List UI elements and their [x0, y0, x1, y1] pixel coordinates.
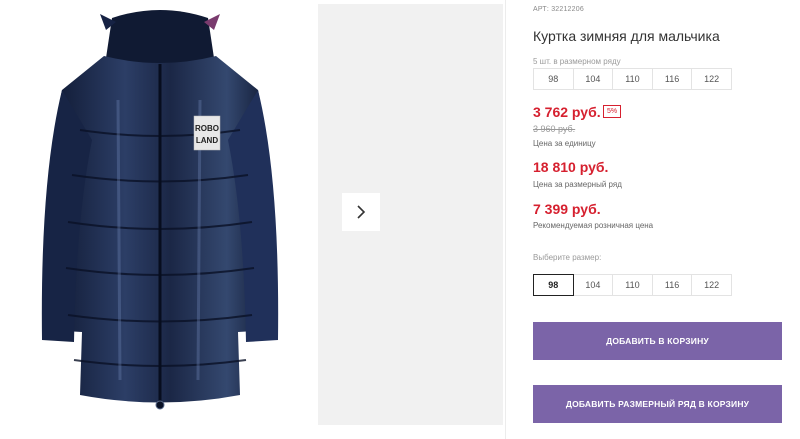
range-sizes: 98 104 110 116 122 — [533, 68, 732, 90]
product-photo[interactable]: ROBO LAND — [0, 0, 318, 425]
add-range-to-cart-button[interactable]: ДОБАВИТЬ РАЗМЕРНЫЙ РЯД В КОРЗИНУ — [533, 385, 782, 423]
range-size-98: 98 — [533, 68, 574, 90]
size-option-98[interactable]: 98 — [533, 274, 574, 296]
unit-price-caption: Цена за единицу — [533, 139, 596, 148]
range-price: 18 810 руб. — [533, 159, 609, 175]
jacket-image: ROBO LAND — [41, 10, 279, 410]
size-option-116[interactable]: 116 — [651, 274, 693, 296]
size-option-110[interactable]: 110 — [612, 274, 653, 296]
size-option-104[interactable]: 104 — [572, 274, 614, 296]
product-gallery: ROBO LAND — [0, 0, 505, 425]
range-size-122: 122 — [691, 68, 732, 90]
chevron-right-icon — [357, 205, 366, 219]
next-image-button[interactable] — [342, 193, 380, 231]
add-to-cart-button[interactable]: ДОБАВИТЬ В КОРЗИНУ — [533, 322, 782, 360]
size-option-122[interactable]: 122 — [691, 274, 732, 296]
patch-line-1: ROBO — [195, 124, 219, 133]
product-sku: АРТ: 32212206 — [533, 6, 584, 13]
range-size-104: 104 — [572, 68, 614, 90]
range-label: 5 шт. в размерном ряду — [533, 57, 621, 66]
choose-size-label: Выберите размер: — [533, 253, 602, 262]
retail-price-caption: Рекомендуемая розничная цена — [533, 221, 654, 230]
range-size-116: 116 — [651, 68, 693, 90]
product-title: Куртка зимняя для мальчика — [533, 28, 720, 44]
size-selector: 98 104 110 116 122 — [533, 274, 732, 296]
column-divider — [505, 0, 506, 439]
patch-line-2: LAND — [196, 136, 218, 145]
unit-price: 3 762 руб. — [533, 104, 601, 120]
range-price-caption: Цена за размерный ряд — [533, 180, 622, 189]
range-size-110: 110 — [612, 68, 653, 90]
retail-price: 7 399 руб. — [533, 201, 601, 217]
discount-badge: 5% — [603, 105, 622, 118]
old-price: 3 960 руб. — [533, 124, 576, 134]
